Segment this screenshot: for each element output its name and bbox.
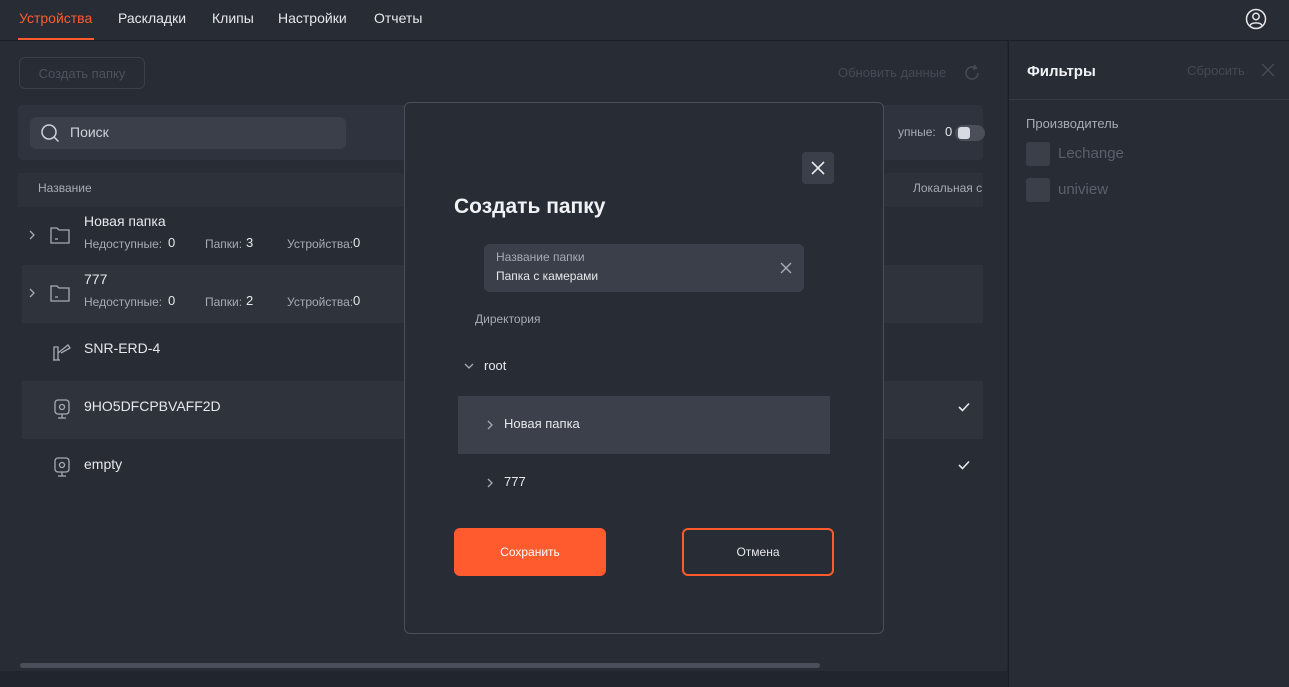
tab-layouts[interactable]: Раскладки — [118, 10, 186, 26]
row-title: SNR-ERD-4 — [84, 340, 161, 356]
horizontal-scrollbar[interactable] — [20, 663, 820, 668]
camera-icon — [54, 457, 70, 477]
reset-filters-button[interactable]: Сбросить — [1187, 63, 1245, 78]
tree-root[interactable]: root — [462, 356, 582, 376]
folder-name-value[interactable]: Папка с камерами — [496, 269, 598, 283]
row-title: Новая папка — [84, 213, 166, 229]
vendor-checkbox-uniview[interactable]: uniview — [1026, 178, 1226, 202]
vendor-label: Lechange — [1058, 145, 1124, 162]
chevron-down-icon[interactable] — [462, 359, 476, 373]
close-icon — [811, 161, 825, 175]
tab-clips[interactable]: Клипы — [212, 10, 254, 26]
check-icon — [958, 402, 970, 412]
column-header-local[interactable]: Локальная с — [913, 181, 983, 195]
clear-icon[interactable] — [780, 262, 792, 274]
search-placeholder: Поиск — [70, 124, 109, 140]
recorder-icon — [53, 344, 71, 361]
chevron-right-icon[interactable] — [26, 225, 38, 245]
column-header-name[interactable]: Название — [38, 181, 92, 195]
row-title: 777 — [84, 271, 108, 287]
tab-reports[interactable]: Отчеты — [374, 10, 422, 26]
folders-label: Папки: — [205, 237, 243, 251]
folders-value: 3 — [246, 235, 254, 250]
refresh-data-link[interactable]: Обновить данные — [838, 65, 946, 80]
folder-name-field[interactable]: Название папки Папка с камерами — [484, 244, 804, 292]
row-title: 9HO5DFCPBVAFF2D — [84, 398, 221, 414]
checkbox[interactable] — [1026, 142, 1050, 166]
check-icon — [958, 460, 970, 470]
dialog-title: Создать папку — [454, 195, 606, 218]
unavailable-value: 0 — [168, 293, 176, 308]
folder-name-label: Название папки — [496, 250, 585, 264]
tree-root-label: root — [484, 358, 507, 373]
vendor-label: uniview — [1058, 181, 1109, 198]
folder-icon — [50, 285, 70, 302]
unavailable-label: Недоступные: — [84, 295, 163, 309]
tab-settings[interactable]: Настройки — [278, 10, 347, 26]
checkbox[interactable] — [1026, 178, 1050, 202]
search-icon — [41, 124, 60, 143]
folders-value: 2 — [246, 293, 254, 308]
filters-panel: Фильтры Сбросить Производитель Lechange … — [1008, 41, 1289, 687]
chevron-right-icon[interactable] — [26, 283, 38, 303]
tree-item[interactable]: 777 — [458, 454, 830, 512]
unavailable-label: Недоступные: — [84, 237, 163, 251]
save-button[interactable]: Сохранить — [454, 528, 606, 576]
devices-value: 0 — [353, 293, 361, 308]
folder-icon — [50, 227, 70, 244]
chevron-right-icon[interactable] — [484, 475, 496, 491]
refresh-icon[interactable] — [962, 63, 982, 83]
cancel-button[interactable]: Отмена — [682, 528, 834, 576]
devices-label: Устройства: — [287, 295, 354, 309]
create-folder-button[interactable]: Создать папку — [19, 57, 145, 89]
tab-devices[interactable]: Устройства — [19, 10, 92, 26]
search-input[interactable]: Поиск — [30, 117, 346, 149]
folders-label: Папки: — [205, 295, 243, 309]
row-title: empty — [84, 456, 123, 472]
close-dialog-button[interactable] — [802, 152, 834, 184]
close-icon[interactable] — [1261, 63, 1275, 77]
directory-label: Директория — [475, 312, 541, 326]
tree-item-label: Новая папка — [504, 416, 580, 431]
tree-item-label: 777 — [504, 474, 526, 489]
active-tab-indicator — [18, 38, 94, 40]
create-folder-dialog: Создать папку Название папки Папка с кам… — [404, 102, 884, 634]
devices-value: 0 — [353, 235, 361, 250]
unavailable-value: 0 — [168, 235, 176, 250]
devices-label: Устройства: — [287, 237, 354, 251]
filters-title: Фильтры — [1027, 63, 1096, 80]
unavailable-filter-label: упные: — [898, 125, 936, 139]
unavailable-toggle[interactable] — [955, 125, 985, 141]
unavailable-filter-count: 0 — [945, 124, 953, 139]
vendor-checkbox-lechange[interactable]: Lechange — [1026, 142, 1226, 166]
divider — [1009, 99, 1289, 100]
vendor-section-title: Производитель — [1026, 116, 1119, 131]
camera-icon — [54, 399, 70, 419]
top-navigation: Устройства Раскладки Клипы Настройки Отч… — [0, 0, 1289, 41]
chevron-right-icon[interactable] — [484, 417, 496, 433]
user-circle-icon[interactable] — [1245, 8, 1267, 30]
tree-item[interactable]: Новая папка — [458, 396, 830, 454]
bottom-strip — [0, 671, 1007, 687]
